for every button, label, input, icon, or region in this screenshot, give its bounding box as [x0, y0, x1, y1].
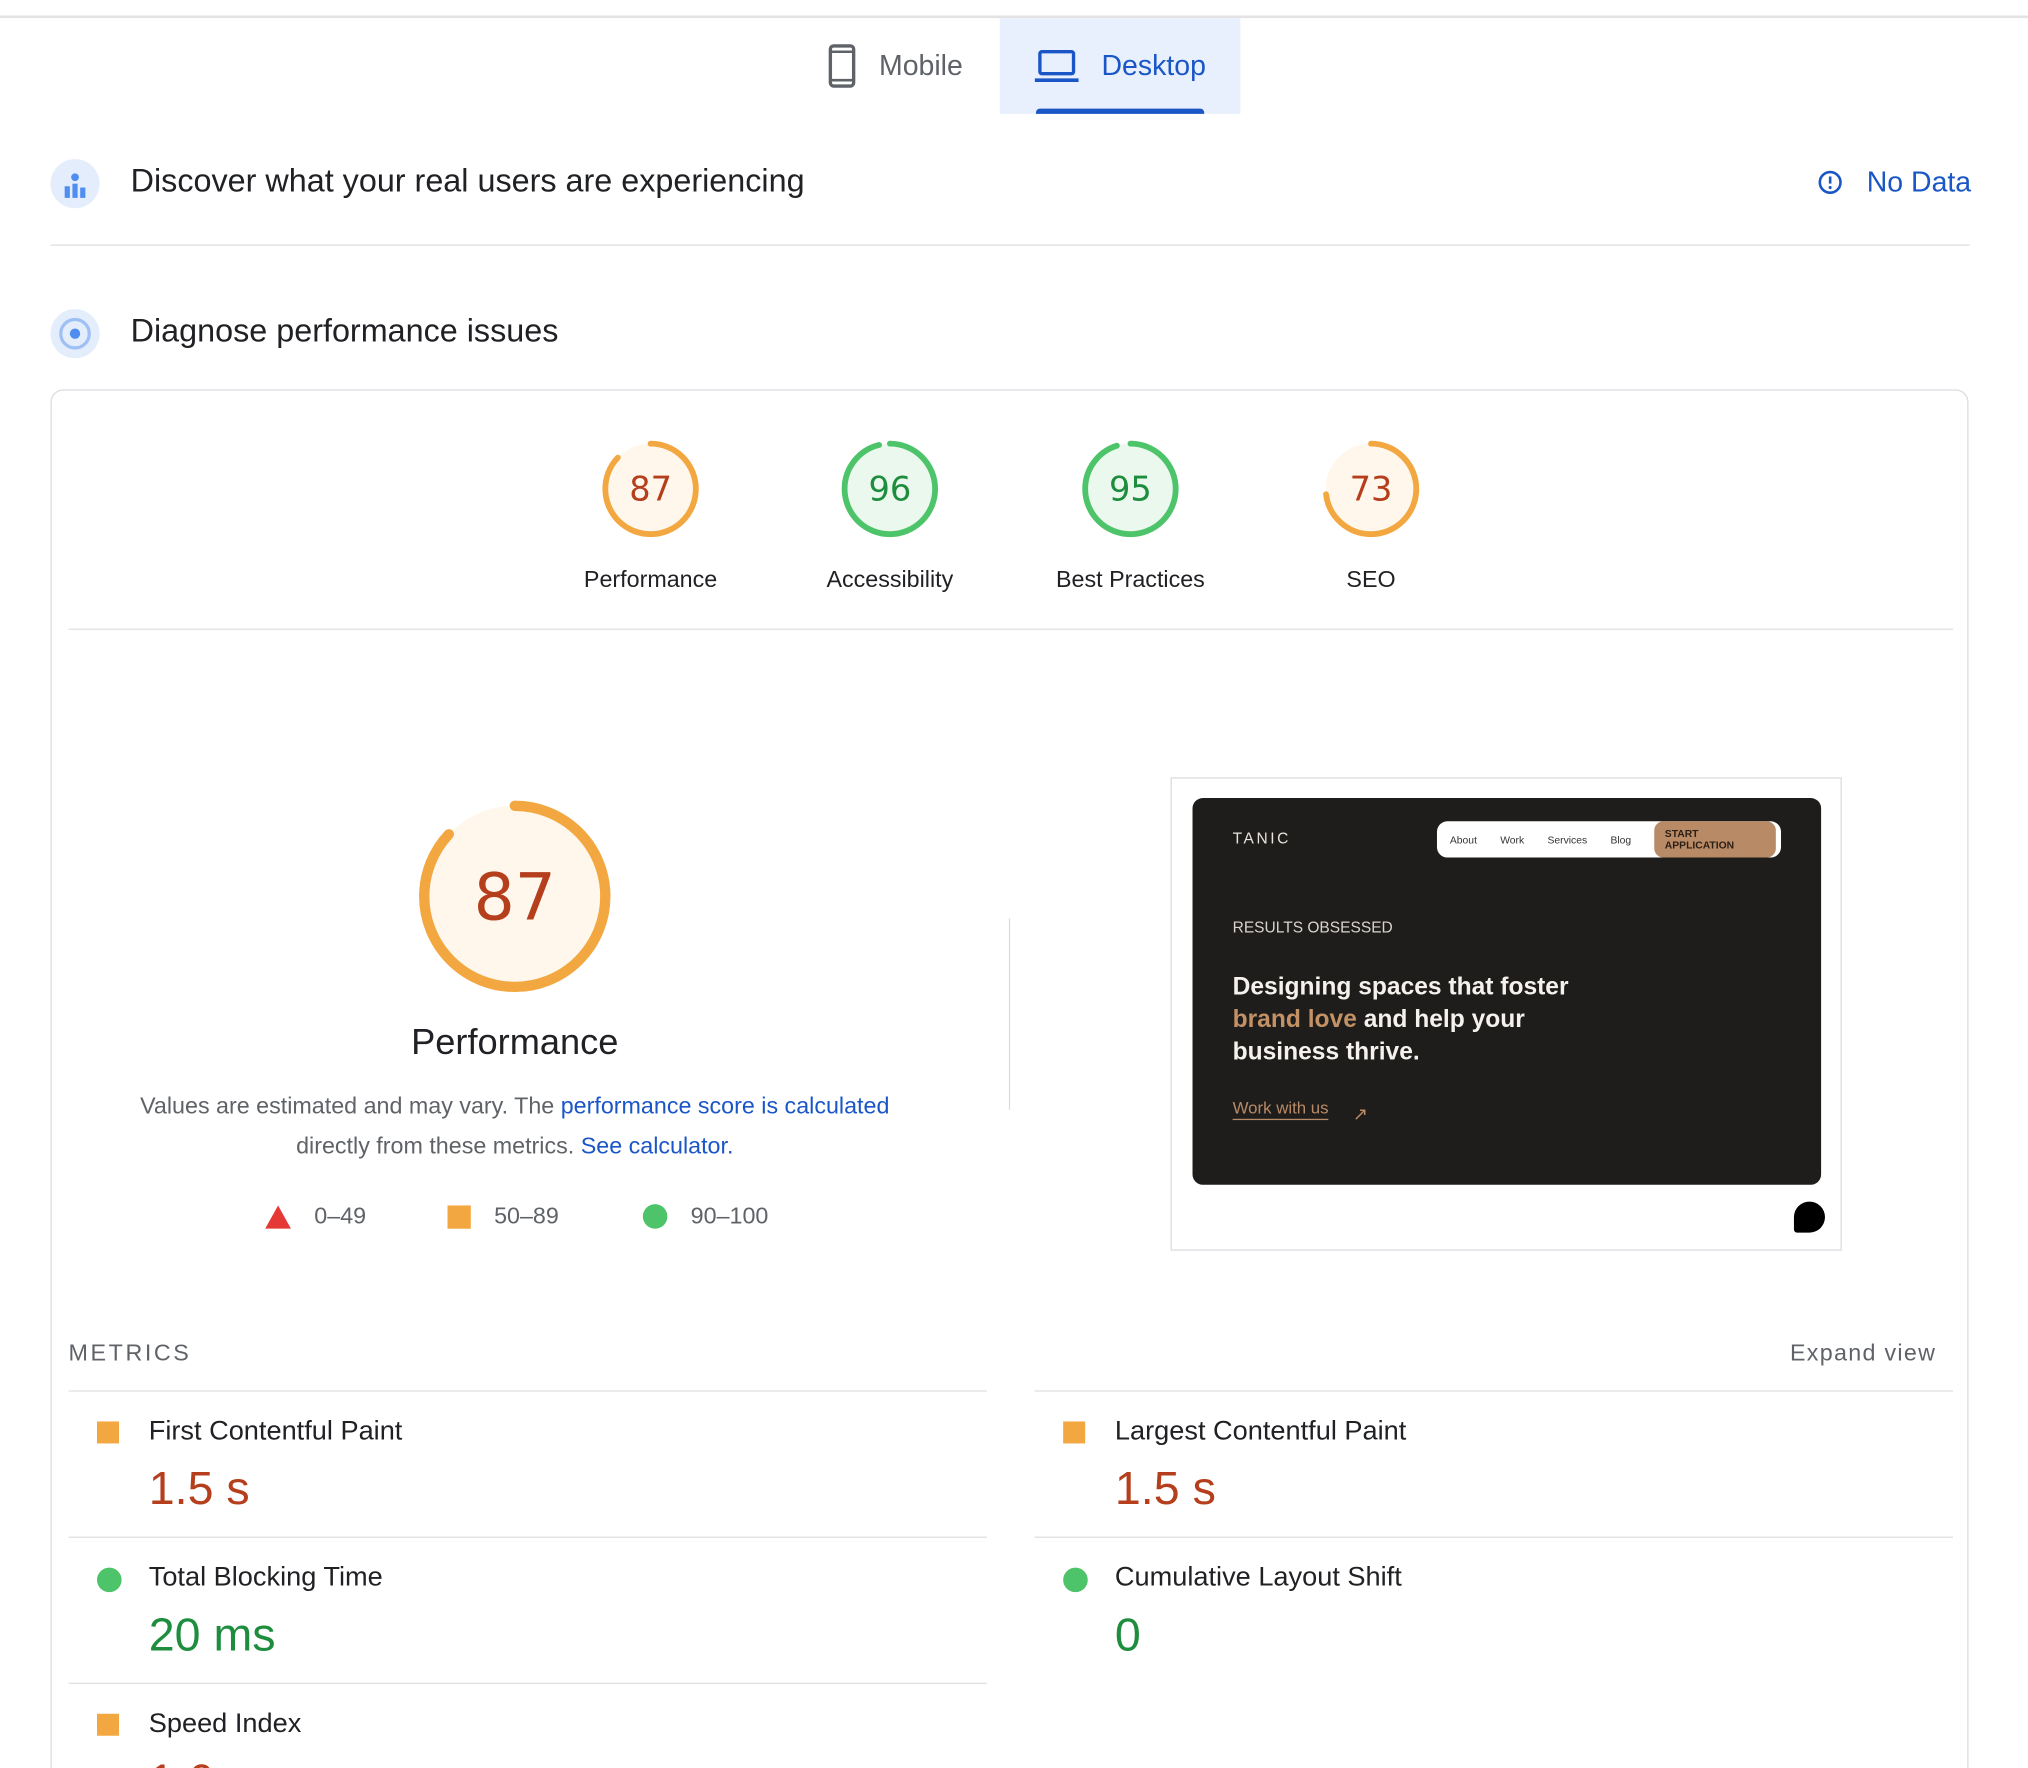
metric-value: 1.5 s — [1114, 1461, 1216, 1515]
square-icon — [1063, 1421, 1086, 1444]
site-link: Work with us — [1232, 1098, 1329, 1121]
desc-text: Values are estimated and may vary. The — [140, 1092, 561, 1119]
site-nav-item: Services — [1547, 833, 1588, 846]
row-divider — [68, 1536, 987, 1538]
performance-gauge-large: 87 — [419, 800, 611, 993]
metrics-heading: METRICS — [68, 1339, 192, 1366]
site-nav-item: Work — [1500, 833, 1525, 846]
legend-fail: 0–49 — [265, 1203, 366, 1230]
gauge-accessibility[interactable]: 96 Accessibility — [786, 437, 993, 594]
laptop-icon — [1034, 50, 1079, 83]
phone-icon — [828, 44, 855, 88]
metric-name: First Contentful Paint — [148, 1416, 403, 1447]
legend-range: 90–100 — [690, 1202, 769, 1229]
site-headline: Designing spaces that foster brand love … — [1233, 971, 1621, 1068]
diagnose-title: Diagnose performance issues — [130, 313, 559, 350]
metric-name: Largest Contentful Paint — [1114, 1416, 1407, 1447]
gauge-label: Best Practices — [1056, 566, 1205, 593]
gauge-performance[interactable]: 87 Performance — [547, 437, 754, 594]
legend-range: 0–49 — [314, 1202, 367, 1229]
headline-text: and help your — [1356, 1006, 1525, 1034]
info-icon — [1818, 170, 1843, 195]
gauge-label: SEO — [1346, 566, 1396, 593]
site-nav: About Work Services Blog START APPLICATI… — [1436, 821, 1782, 858]
no-data-label: No Data — [1866, 165, 1972, 198]
users-chart-icon — [50, 159, 100, 209]
gauge-ring: 73 — [1322, 440, 1420, 538]
gauge-score: 73 — [1350, 470, 1393, 509]
metric-name: Cumulative Layout Shift — [1114, 1562, 1402, 1593]
site-nav-item: About — [1449, 833, 1477, 846]
gauge-score: 96 — [868, 470, 911, 509]
section-divider — [50, 244, 1970, 246]
see-calculator-link[interactable]: See calculator. — [581, 1133, 734, 1159]
site-nav-item: Blog — [1610, 833, 1632, 846]
score-calculated-link[interactable]: performance score is calculated — [561, 1093, 890, 1119]
gauges-divider — [68, 628, 1954, 630]
arrow-up-right-icon: ↗ — [1352, 1103, 1369, 1124]
triangle-icon — [265, 1204, 292, 1229]
crux-title: Discover what your real users are experi… — [130, 162, 805, 200]
final-screenshot[interactable]: TANIC About Work Services Blog START APP… — [1192, 798, 1822, 1185]
gauge-label: Accessibility — [826, 566, 954, 593]
headline-accent: brand love — [1232, 1006, 1357, 1034]
vertical-separator — [1008, 918, 1011, 1110]
no-data-link[interactable]: No Data — [1818, 165, 1972, 200]
active-tab-indicator — [1036, 108, 1205, 114]
gauge-ring: 87 — [602, 440, 699, 538]
metric-tbt: Total Blocking Time 20 ms — [68, 1536, 987, 1682]
expand-view-button[interactable]: Expand view — [1790, 1340, 1936, 1367]
gauge-score: 87 — [629, 470, 672, 509]
square-icon — [97, 1713, 119, 1736]
chat-bubble-icon — [1793, 1201, 1825, 1233]
site-brand: TANIC — [1232, 829, 1291, 848]
metric-cls: Cumulative Layout Shift 0 — [1034, 1536, 1954, 1682]
row-divider — [68, 1682, 987, 1685]
metric-lcp: Largest Contentful Paint 1.5 s — [1034, 1390, 1954, 1535]
row-divider — [1034, 1390, 1954, 1392]
square-icon — [97, 1421, 119, 1444]
gauge-label: Performance — [583, 566, 718, 593]
metric-value: 1.5 s — [148, 1461, 250, 1515]
headline-text: business thrive. — [1232, 1038, 1420, 1066]
gauge-ring: 96 — [841, 440, 939, 538]
row-divider — [1034, 1536, 1954, 1538]
performance-score-large: 87 — [474, 861, 556, 936]
legend-pass: 90–100 — [642, 1202, 769, 1230]
gauge-ring: 95 — [1082, 440, 1179, 538]
headline-text: Designing spaces that foster — [1232, 973, 1569, 1002]
circle-icon — [1063, 1567, 1088, 1593]
performance-description: Values are estimated and may vary. The p… — [116, 1086, 913, 1166]
site-cta: START APPLICATION — [1654, 821, 1776, 858]
metric-fcp: First Contentful Paint 1.5 s — [68, 1390, 987, 1535]
site-eyebrow: RESULTS OBSESSED — [1232, 918, 1393, 937]
desc-text: directly from these metrics. — [296, 1133, 581, 1159]
metric-value: 20 ms — [148, 1607, 276, 1661]
metric-name: Total Blocking Time — [148, 1562, 383, 1593]
tab-desktop-label: Desktop — [1101, 49, 1206, 82]
legend-range: 50–89 — [494, 1202, 559, 1229]
performance-title: Performance — [411, 1021, 619, 1062]
metric-value: 0 — [1114, 1607, 1141, 1661]
tab-desktop[interactable]: Desktop — [999, 18, 1241, 114]
tab-mobile-label: Mobile — [878, 49, 963, 82]
circle-icon — [97, 1567, 122, 1593]
target-icon — [50, 309, 100, 359]
gauge-score: 95 — [1109, 470, 1152, 509]
gauge-best-practices[interactable]: 95 Best Practices — [1027, 437, 1234, 594]
metric-value: 1.6 s — [149, 1754, 250, 1768]
legend-average: 50–89 — [447, 1202, 559, 1230]
metric-name: Speed Index — [148, 1708, 302, 1739]
gauge-seo[interactable]: 73 SEO — [1268, 437, 1475, 594]
square-icon — [447, 1204, 471, 1229]
circle-icon — [642, 1204, 668, 1229]
tab-mobile[interactable]: Mobile — [792, 18, 999, 114]
metric-si: Speed Index 1.6 s — [68, 1682, 987, 1768]
row-divider — [68, 1390, 987, 1392]
